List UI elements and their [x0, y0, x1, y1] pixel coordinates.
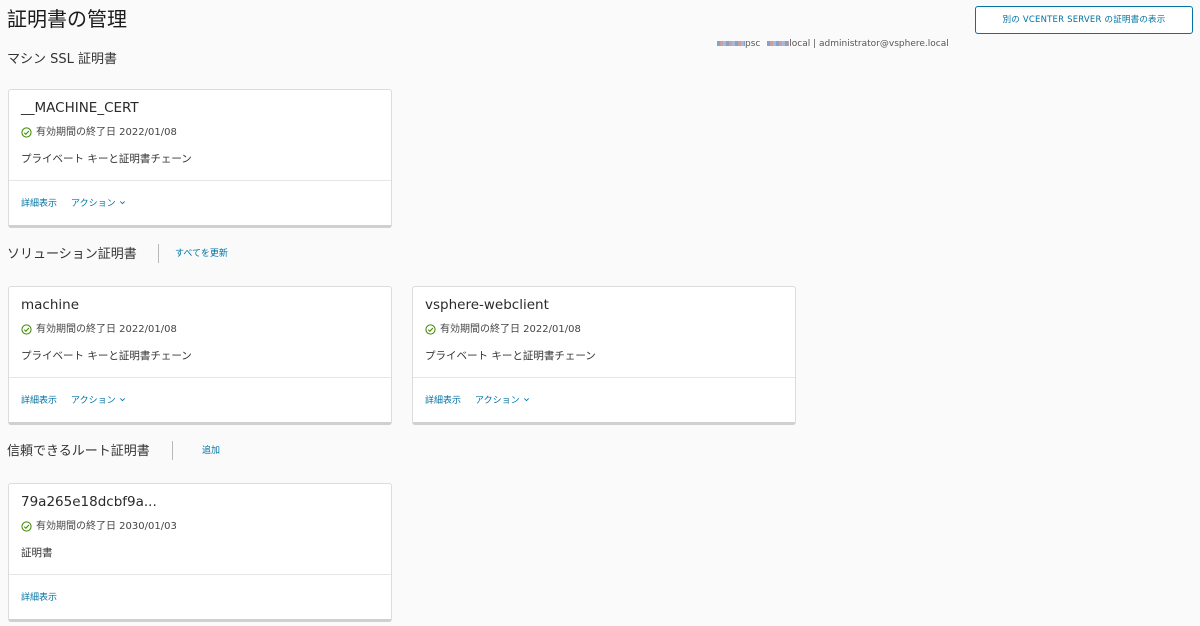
certificate-status: 有効期間の終了日 2022/01/08 — [425, 323, 783, 336]
actions-label: アクション — [475, 396, 520, 406]
server-psc-label: psc — [745, 39, 761, 49]
redacted-hostname — [767, 41, 790, 46]
details-link[interactable]: 詳細表示 — [21, 196, 57, 209]
certificate-expiry: 有効期間の終了日 2022/01/08 — [36, 324, 177, 335]
details-link[interactable]: 詳細表示 — [21, 590, 57, 603]
section-divider — [172, 441, 173, 460]
certificate-status: 有効期間の終了日 2022/01/08 — [21, 323, 379, 336]
add-root-cert-link[interactable]: 追加 — [202, 445, 220, 457]
check-circle-icon — [21, 521, 32, 532]
current-user: administrator@vsphere.local — [819, 39, 949, 49]
server-host-label: local — [789, 39, 811, 49]
certificate-card-vsphere-webclient: vsphere-webclient 有効期間の終了日 2022/01/08 プラ… — [412, 286, 796, 425]
certificate-name: machine — [21, 297, 80, 313]
section-title-machine-ssl: マシン SSL 証明書 — [7, 52, 118, 67]
actions-label: アクション — [71, 396, 116, 406]
certificate-description: プライベート キーと証明書チェーン — [21, 153, 192, 165]
check-circle-icon — [21, 324, 32, 335]
server-separator: | — [813, 39, 817, 49]
section-title-solution: ソリューション証明書 — [7, 247, 137, 262]
certificate-description: プライベート キーと証明書チェーン — [21, 350, 192, 362]
server-info: psc local | administrator@vsphere.local — [717, 38, 949, 50]
chevron-down-icon — [119, 201, 125, 205]
check-circle-icon — [425, 324, 436, 335]
actions-label: アクション — [71, 199, 116, 209]
certificate-name: __MACHINE_CERT — [21, 100, 139, 116]
chevron-down-icon — [119, 398, 125, 402]
check-circle-icon — [21, 127, 32, 138]
certificate-expiry: 有効期間の終了日 2022/01/08 — [36, 127, 177, 138]
certificate-card-trusted-root: 79a265e18dcbf9a... 有効期間の終了日 2030/01/03 証… — [8, 483, 392, 622]
certificate-description: 証明書 — [21, 547, 53, 559]
certificate-name: 79a265e18dcbf9a... — [21, 494, 157, 510]
certificate-name: vsphere-webclient — [425, 297, 549, 313]
renew-all-link[interactable]: すべてを更新 — [175, 248, 228, 260]
actions-dropdown[interactable]: アクション — [71, 196, 126, 209]
actions-dropdown[interactable]: アクション — [71, 393, 126, 406]
certificate-status: 有効期間の終了日 2030/01/03 — [21, 520, 379, 533]
details-link[interactable]: 詳細表示 — [21, 393, 57, 406]
certificate-status: 有効期間の終了日 2022/01/08 — [21, 126, 379, 139]
certificate-card-machine: machine 有効期間の終了日 2022/01/08 プライベート キーと証明… — [8, 286, 392, 425]
actions-dropdown[interactable]: アクション — [475, 393, 530, 406]
page-title: 証明書の管理 — [7, 7, 127, 31]
certificate-expiry: 有効期間の終了日 2022/01/08 — [440, 324, 581, 335]
section-divider — [158, 244, 159, 263]
section-title-trusted-root: 信頼できるルート証明書 — [7, 444, 150, 459]
certificate-card-machine-cert: __MACHINE_CERT 有効期間の終了日 2022/01/08 プライベー… — [8, 89, 392, 228]
redacted-hostname — [717, 41, 745, 46]
view-other-vcenter-certs-button[interactable]: 別の VCENTER SERVER の証明書の表示 — [975, 6, 1193, 34]
chevron-down-icon — [523, 398, 529, 402]
details-link[interactable]: 詳細表示 — [425, 393, 461, 406]
certificate-expiry: 有効期間の終了日 2030/01/03 — [36, 521, 177, 532]
certificate-description: プライベート キーと証明書チェーン — [425, 350, 596, 362]
